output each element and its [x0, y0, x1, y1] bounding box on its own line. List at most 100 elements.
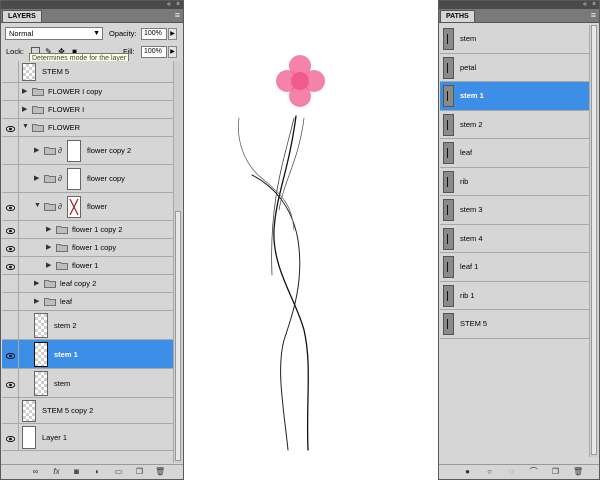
path-row[interactable]: rib [440, 168, 589, 196]
layers-panel-titlebar[interactable]: « × [1, 1, 183, 9]
visibility-toggle[interactable] [2, 193, 19, 220]
layer-row[interactable]: ▶ flower 1 copy 2 [2, 221, 173, 239]
layer-row[interactable]: Layer 1 [2, 424, 173, 451]
mask-link-icon[interactable]: ∂ [58, 146, 63, 155]
tab-paths[interactable]: PATHS [440, 10, 475, 22]
visibility-toggle[interactable] [2, 119, 19, 136]
layer-thumbnail[interactable] [22, 400, 36, 422]
document-canvas[interactable] [184, 0, 438, 480]
layer-thumbnail[interactable] [22, 426, 36, 449]
collapsed-triangle-icon[interactable]: ▶ [46, 243, 51, 251]
expanded-triangle-icon[interactable]: ▼ [22, 123, 29, 130]
tab-layers[interactable]: LAYERS [2, 10, 42, 22]
path-row[interactable]: stem 1 [440, 82, 589, 111]
visibility-toggle[interactable] [2, 83, 19, 100]
layer-row[interactable]: ▶ FLOWER I copy [2, 83, 173, 101]
layer-row[interactable]: ▶ flower 1 [2, 257, 173, 275]
layer-row[interactable]: ▶ ∂ flower copy 2 [2, 137, 173, 165]
layer-thumbnail[interactable] [34, 313, 48, 338]
layers-scroll-thumb[interactable] [175, 211, 181, 461]
mask-thumbnail[interactable] [67, 140, 81, 162]
new-path-icon[interactable]: ❐ [551, 467, 560, 476]
collapsed-triangle-icon[interactable]: ▶ [22, 105, 27, 113]
path-row[interactable]: stem 2 [440, 111, 589, 139]
blend-mode-select[interactable]: Normal ▼ [5, 27, 103, 40]
mask-thumbnail[interactable] [67, 168, 81, 190]
collapsed-triangle-icon[interactable]: ▶ [34, 174, 39, 182]
layer-row[interactable]: stem [2, 369, 173, 398]
layer-row[interactable]: ▼ ∂ flower [2, 193, 173, 221]
layer-row[interactable]: STEM 5 [2, 61, 173, 83]
path-row[interactable]: rib 1 [440, 282, 589, 310]
panel-menu-icon[interactable]: ≡ [175, 10, 180, 21]
visibility-toggle[interactable] [2, 275, 19, 292]
close-icon[interactable]: × [174, 1, 182, 9]
layer-row[interactable]: ▶ leaf copy 2 [2, 275, 173, 293]
mask-thumbnail[interactable] [67, 196, 81, 218]
opacity-slider-button[interactable]: ▶ [168, 28, 177, 40]
make-work-path-icon[interactable]: ⌒ [529, 467, 538, 476]
delete-path-icon[interactable]: 🗑 [573, 467, 583, 476]
visibility-toggle[interactable] [2, 137, 19, 164]
visibility-toggle[interactable] [2, 221, 19, 238]
paths-panel-titlebar[interactable]: « × [439, 1, 599, 9]
visibility-toggle[interactable] [2, 61, 19, 82]
visibility-toggle[interactable] [2, 398, 19, 423]
visibility-toggle[interactable] [2, 101, 19, 118]
layer-row[interactable]: ▶ FLOWER I [2, 101, 173, 119]
stroke-path-icon[interactable]: ○ [485, 467, 494, 476]
visibility-toggle[interactable] [2, 257, 19, 274]
paths-scrollbar[interactable] [589, 25, 598, 457]
paths-scroll-thumb[interactable] [591, 25, 597, 455]
layer-row[interactable]: stem 1 [2, 340, 173, 369]
layer-row[interactable]: ▶ leaf [2, 293, 173, 311]
collapsed-triangle-icon[interactable]: ▶ [34, 297, 39, 305]
opacity-input[interactable]: 100% [141, 28, 167, 40]
collapse-icon[interactable]: « [165, 1, 173, 9]
layer-thumbnail[interactable] [34, 371, 48, 396]
visibility-toggle[interactable] [2, 239, 19, 256]
layer-row[interactable]: stem 2 [2, 311, 173, 340]
collapsed-triangle-icon[interactable]: ▶ [46, 261, 51, 269]
visibility-toggle[interactable] [2, 165, 19, 192]
collapsed-triangle-icon[interactable]: ▶ [46, 225, 51, 233]
collapsed-triangle-icon[interactable]: ▶ [34, 146, 39, 154]
layer-row[interactable]: ▶ ∂ flower copy [2, 165, 173, 193]
fill-path-icon[interactable]: ● [463, 467, 472, 476]
panel-menu-icon[interactable]: ≡ [591, 10, 596, 21]
new-layer-icon[interactable]: ❐ [135, 467, 144, 476]
visibility-toggle[interactable] [2, 369, 19, 397]
collapsed-triangle-icon[interactable]: ▶ [34, 279, 39, 287]
fill-input[interactable]: 100% [141, 46, 167, 58]
layers-scrollbar[interactable] [173, 61, 182, 463]
path-row[interactable]: stem [440, 25, 589, 54]
fx-icon[interactable]: fx [52, 467, 61, 476]
path-row[interactable]: leaf 1 [440, 253, 589, 282]
path-row[interactable]: stem 3 [440, 196, 589, 225]
layer-thumbnail[interactable] [34, 342, 48, 367]
link-icon[interactable]: ∞ [31, 467, 40, 476]
path-row[interactable]: STEM 5 [440, 310, 589, 339]
collapse-icon[interactable]: « [581, 1, 589, 9]
add-mask-icon[interactable]: ◙ [72, 467, 81, 476]
collapsed-triangle-icon[interactable]: ▶ [22, 87, 27, 95]
adjustment-layer-icon[interactable]: ◐ [93, 467, 102, 476]
visibility-toggle[interactable] [2, 311, 19, 339]
path-row[interactable]: leaf [440, 139, 589, 168]
mask-link-icon[interactable]: ∂ [58, 174, 63, 183]
path-row[interactable]: stem 4 [440, 225, 589, 253]
expanded-triangle-icon[interactable]: ▼ [34, 202, 41, 209]
mask-link-icon[interactable]: ∂ [58, 202, 63, 211]
fill-slider-button[interactable]: ▶ [168, 46, 177, 58]
close-icon[interactable]: × [590, 1, 598, 9]
visibility-toggle[interactable] [2, 424, 19, 450]
layer-thumbnail[interactable] [22, 63, 36, 81]
layer-row[interactable]: ▶ flower 1 copy [2, 239, 173, 257]
load-selection-icon[interactable]: ◌ [507, 467, 516, 476]
path-row[interactable]: petal [440, 54, 589, 82]
layer-row[interactable]: STEM 5 copy 2 [2, 398, 173, 424]
layer-row[interactable]: ▼ FLOWER [2, 119, 173, 137]
new-group-icon[interactable]: ▭ [114, 467, 123, 476]
delete-layer-icon[interactable]: 🗑 [155, 467, 165, 476]
visibility-toggle[interactable] [2, 293, 19, 310]
